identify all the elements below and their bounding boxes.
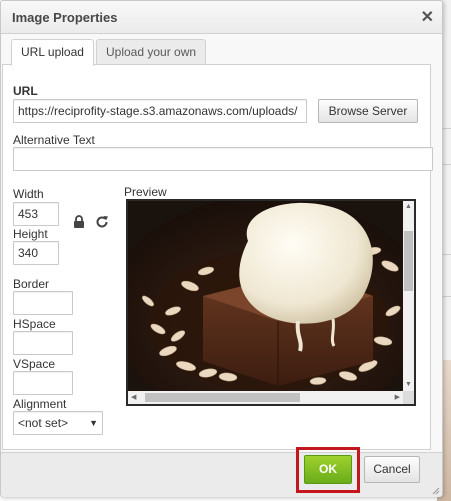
- scroll-right-icon[interactable]: ▶: [395, 394, 400, 402]
- cancel-button[interactable]: Cancel: [364, 456, 420, 483]
- preview-label: Preview: [124, 185, 167, 199]
- alignment-selected-value: <not set>: [18, 416, 69, 430]
- vertical-scroll-thumb[interactable]: [404, 231, 413, 291]
- preview-horizontal-scrollbar[interactable]: ◀ ▶: [128, 391, 403, 404]
- scrollbar-corner: [403, 391, 414, 404]
- browse-server-button[interactable]: Browse Server: [318, 99, 418, 123]
- width-input[interactable]: 453: [13, 202, 59, 226]
- lock-icon[interactable]: [73, 215, 85, 229]
- ok-button[interactable]: OK: [304, 455, 352, 484]
- border-input[interactable]: [13, 291, 73, 315]
- url-input[interactable]: https://reciprofity-stage.s3.amazonaws.c…: [13, 99, 307, 123]
- resize-grip-icon[interactable]: [432, 487, 440, 495]
- alt-text-input[interactable]: [13, 147, 433, 171]
- chevron-down-icon: ▼: [89, 418, 98, 428]
- dialog-titlebar[interactable]: Image Properties ✕: [1, 1, 442, 34]
- preview-vertical-scrollbar[interactable]: ▲ ▼: [403, 201, 414, 391]
- vspace-label: VSpace: [13, 357, 56, 371]
- tab-upload-your-own[interactable]: Upload your own: [96, 39, 207, 65]
- width-label: Width: [13, 187, 44, 201]
- scroll-left-icon[interactable]: ◀: [131, 394, 136, 402]
- close-icon[interactable]: ✕: [421, 7, 434, 27]
- reset-size-icon[interactable]: [95, 215, 109, 229]
- hspace-label: HSpace: [13, 317, 56, 331]
- alt-text-label: Alternative Text: [13, 133, 95, 147]
- alignment-label: Alignment: [13, 397, 67, 411]
- dialog-title: Image Properties: [12, 10, 118, 25]
- height-label: Height: [13, 227, 48, 241]
- preview-pane: ▲ ▼ ◀ ▶: [126, 199, 416, 406]
- scroll-up-icon[interactable]: ▲: [405, 203, 412, 211]
- tab-url-upload[interactable]: URL upload: [11, 39, 94, 66]
- preview-image: [128, 201, 403, 391]
- dialog-body: URL upload Upload your own URL https://r…: [1, 34, 442, 452]
- horizontal-scroll-thumb[interactable]: [145, 393, 300, 402]
- alignment-select[interactable]: <not set> ▼: [13, 411, 103, 435]
- vspace-input[interactable]: [13, 371, 73, 395]
- border-label: Border: [13, 277, 50, 291]
- url-label: URL: [13, 84, 38, 98]
- hspace-input[interactable]: [13, 331, 73, 355]
- image-properties-dialog: Image Properties ✕ URL upload Upload you…: [0, 0, 443, 497]
- height-input[interactable]: 340: [13, 241, 59, 265]
- scroll-down-icon[interactable]: ▼: [405, 381, 412, 389]
